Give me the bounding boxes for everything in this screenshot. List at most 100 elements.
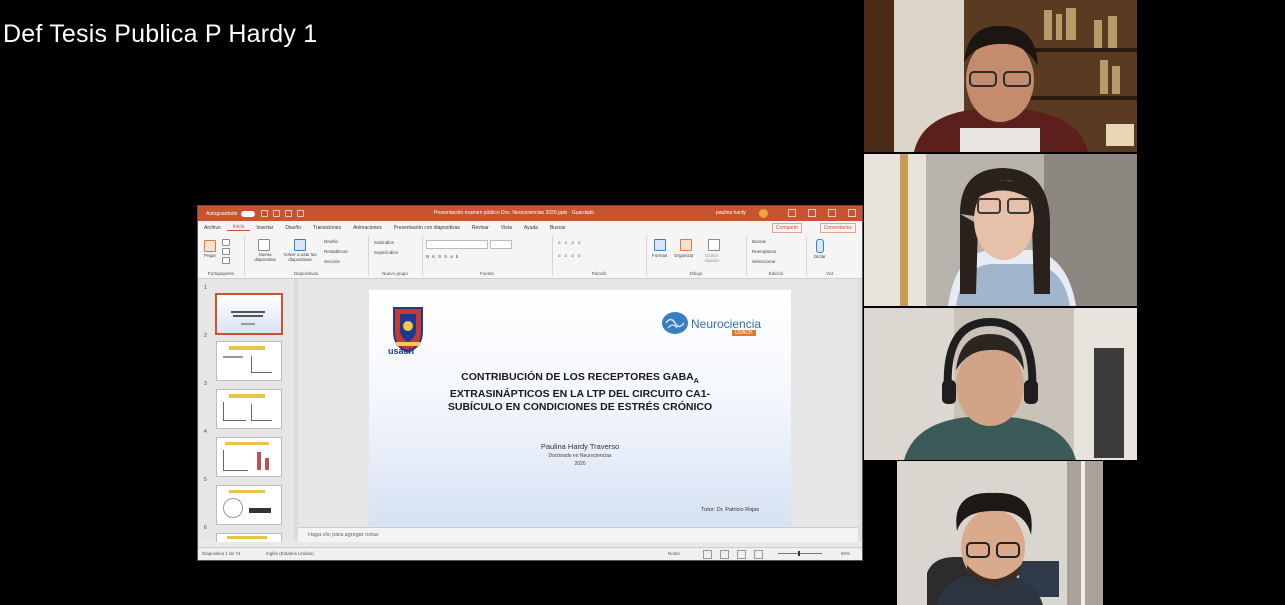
- comments-button[interactable]: Comentarios: [819, 223, 856, 233]
- shapes-button[interactable]: Formas: [652, 253, 667, 258]
- tab-diseno[interactable]: Diseño: [279, 225, 307, 231]
- cut-icon[interactable]: [222, 239, 230, 246]
- group-new: Subíndice Superíndice Nuevo grupo: [368, 236, 423, 276]
- quick-styles-icon[interactable]: [708, 239, 720, 251]
- quick-styles-button[interactable]: Estilos rápidos: [700, 253, 724, 263]
- align-icons[interactable]: ≡≡≡≡: [558, 253, 585, 258]
- microphone-icon[interactable]: [816, 239, 824, 253]
- tab-animaciones[interactable]: Animaciones: [347, 225, 388, 231]
- slide-scrollbar[interactable]: [858, 279, 862, 541]
- tab-presentacion[interactable]: Presentación con diapositivas: [388, 225, 466, 231]
- thumbnail-number: 4: [204, 429, 207, 435]
- subscript-button[interactable]: Subíndice: [374, 240, 394, 245]
- tab-revisar[interactable]: Revisar: [466, 225, 495, 231]
- tab-archivo[interactable]: Archivo: [198, 225, 227, 231]
- slide-thumbnail-2[interactable]: [216, 341, 282, 381]
- zoom-slider-handle[interactable]: [798, 551, 800, 556]
- new-slide-button[interactable]: Nueva diapositiva: [248, 252, 282, 262]
- group-voice: Dictar Voz: [806, 236, 854, 276]
- zoom-slider[interactable]: [778, 553, 822, 554]
- select-button[interactable]: Seleccionar: [752, 259, 776, 264]
- notes-pane[interactable]: Haga clic para agregar notas: [298, 527, 858, 542]
- group-label: Fuente: [479, 271, 494, 276]
- undo-icon[interactable]: [273, 210, 281, 217]
- slide-tutor[interactable]: Tutor: Dr. Patricio Rojas: [701, 507, 759, 513]
- slide-title[interactable]: CONTRIBUCIÓN DE LOS RECEPTORES GABAA EXT…: [419, 371, 741, 414]
- present-icon[interactable]: [297, 210, 305, 217]
- slide-author[interactable]: Paulina Hardy Traverso: [469, 442, 691, 451]
- zoom-level[interactable]: 60%: [841, 551, 850, 556]
- user-name: paulina hardy: [716, 210, 747, 216]
- reuse-slides-button[interactable]: Volver a usar las diapositivas: [280, 252, 320, 262]
- video-title: Def Tesis Publica P Hardy 1: [3, 20, 318, 48]
- section-button[interactable]: Sección: [324, 259, 340, 264]
- participant-video-3: [864, 308, 1137, 460]
- redo-icon[interactable]: [285, 210, 293, 217]
- list-icons[interactable]: ≡≡≡≡: [558, 240, 585, 245]
- layout-button[interactable]: Diseño: [324, 239, 338, 244]
- paste-icon[interactable]: [204, 240, 216, 252]
- close-icon[interactable]: [848, 209, 856, 217]
- slide-thumbnail-6[interactable]: [216, 533, 282, 542]
- save-icon[interactable]: [261, 210, 269, 217]
- slide-thumbnails-pane[interactable]: 1 2 3 4 5 6: [198, 279, 299, 542]
- thumbnail-number: 3: [204, 381, 207, 387]
- group-label: Párrafo: [591, 271, 607, 276]
- ribbon-options-icon[interactable]: [788, 209, 796, 217]
- slide-thumbnail-5[interactable]: [216, 485, 282, 525]
- slide-thumbnail-3[interactable]: [216, 389, 282, 429]
- language-indicator[interactable]: Inglés (Estados Unidos): [266, 551, 314, 556]
- font-family-select[interactable]: [426, 240, 488, 249]
- reset-button[interactable]: Restablecer: [324, 249, 348, 254]
- tab-insertar[interactable]: Insertar: [250, 225, 279, 231]
- font-size-select[interactable]: [490, 240, 512, 249]
- usach-logo-text: usach: [388, 346, 415, 356]
- group-drawing: Formas Organizar Estilos rápidos Dibujo: [646, 236, 747, 276]
- format-painter-icon[interactable]: [222, 257, 230, 264]
- window-controls: [788, 209, 856, 217]
- powerpoint-window[interactable]: Autoguardado Presentación examen público…: [197, 205, 863, 561]
- slide-thumbnail-4[interactable]: [216, 437, 282, 477]
- arrange-button[interactable]: Organizar: [674, 253, 694, 258]
- group-editing: Buscar Reemplazar Seleccionar Edición: [746, 236, 807, 276]
- group-label: Diapositivas: [293, 271, 319, 276]
- slide-year[interactable]: 2020: [469, 461, 691, 467]
- participant-3-video-frame: [864, 308, 1137, 460]
- tab-inicio[interactable]: Inicio: [226, 224, 251, 231]
- current-slide[interactable]: usach Neurociencia USACH CONTRIBUCIÓN DE…: [369, 290, 791, 526]
- tab-transiciones[interactable]: Transiciones: [307, 225, 347, 231]
- minimize-icon[interactable]: [808, 209, 816, 217]
- tab-vista[interactable]: Vista: [495, 225, 518, 231]
- share-button[interactable]: Compartir: [772, 223, 802, 233]
- dictate-button[interactable]: Dictar: [814, 254, 826, 259]
- avatar[interactable]: [759, 209, 768, 218]
- tab-buscar[interactable]: Buscar: [544, 225, 572, 231]
- slide-edit-area[interactable]: usach Neurociencia USACH CONTRIBUCIÓN DE…: [298, 279, 858, 527]
- reuse-slides-icon[interactable]: [294, 239, 306, 251]
- find-button[interactable]: Buscar: [752, 239, 766, 244]
- reading-view-icon[interactable]: [737, 550, 746, 559]
- arrange-icon[interactable]: [680, 239, 692, 251]
- quick-access-toolbar: [261, 210, 305, 217]
- tab-ayuda[interactable]: Ayuda: [518, 225, 544, 231]
- slide-sorter-icon[interactable]: [720, 550, 729, 559]
- group-label: Voz: [826, 271, 834, 276]
- maximize-icon[interactable]: [828, 209, 836, 217]
- notes-button[interactable]: Notas: [668, 551, 680, 556]
- autosave-toggle[interactable]: [241, 210, 256, 217]
- slide-degree[interactable]: Doctorado en Neurociencias: [469, 453, 691, 459]
- new-slide-icon[interactable]: [258, 239, 270, 251]
- participant-1-video-frame: [864, 0, 1137, 152]
- normal-view-icon[interactable]: [703, 550, 712, 559]
- slide-counter: Diapositiva 1 de 74: [202, 551, 241, 556]
- superscript-button[interactable]: Superíndice: [374, 250, 398, 255]
- group-font: NKSSab Fuente: [422, 236, 553, 276]
- slide-thumbnail-1[interactable]: [215, 293, 283, 335]
- slideshow-icon[interactable]: [754, 550, 763, 559]
- replace-button[interactable]: Reemplazar: [752, 249, 776, 254]
- copy-icon[interactable]: [222, 248, 230, 255]
- font-format-icons[interactable]: NKSSab: [426, 254, 461, 259]
- group-clipboard: Pegar Portapapeles: [198, 236, 245, 276]
- autosave-label: Autoguardado: [206, 210, 238, 217]
- shapes-icon[interactable]: [654, 239, 666, 251]
